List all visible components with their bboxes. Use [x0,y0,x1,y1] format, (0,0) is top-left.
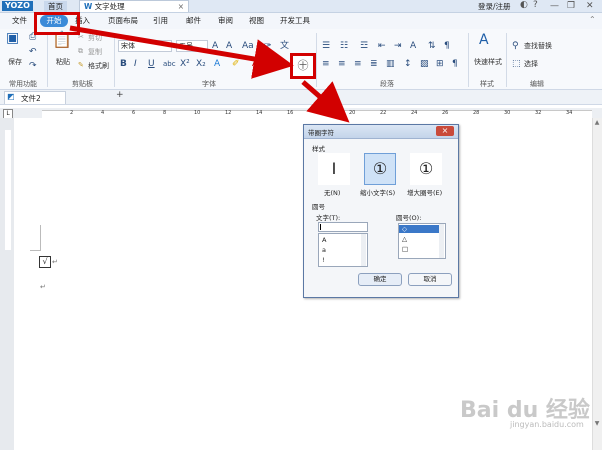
arrow-to-dialog [301,80,350,123]
watermark-url: jingyan.baidu.com [510,420,584,429]
annotation-arrows [69,25,350,123]
arrow-to-enclosed-button [69,25,294,79]
